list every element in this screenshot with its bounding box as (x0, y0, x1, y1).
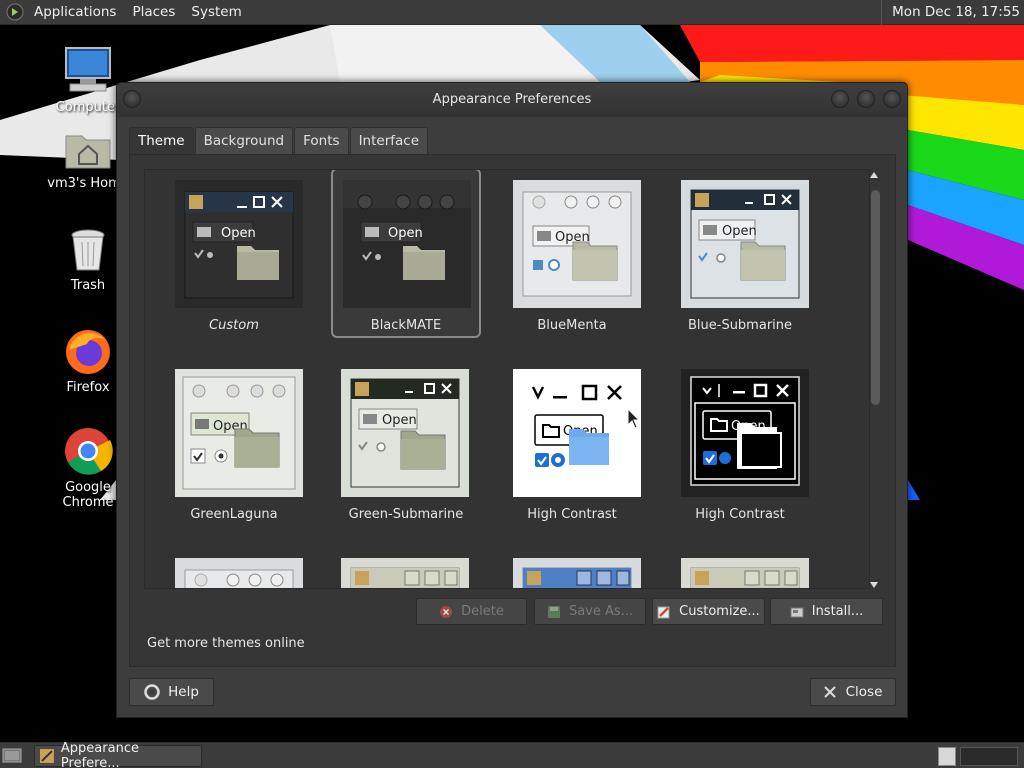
menu-applications[interactable]: Applications (26, 0, 124, 25)
mate-logo-icon (6, 3, 24, 21)
theme-label: High Contrast (527, 507, 617, 522)
theme-preview-high-contrast: Open (513, 369, 641, 497)
show-desktop-icon[interactable] (2, 747, 22, 765)
theme-row3-1[interactable] (159, 548, 309, 588)
theme-list[interactable]: Open Custom Open BlackMATE Open BlueMent… (144, 169, 870, 589)
theme-greenlaguna[interactable]: Open GreenLaguna (159, 359, 309, 529)
theme-preview-row3-2 (341, 558, 469, 588)
theme-label: High Contrast (695, 507, 785, 522)
delete-icon (440, 605, 453, 618)
open-label: Open (382, 413, 417, 428)
customize-icon (657, 606, 670, 618)
theme-bluementa[interactable]: Open BlueMenta (497, 170, 647, 340)
tab-theme[interactable]: Theme (129, 127, 194, 154)
theme-label: GreenLaguna (190, 507, 278, 522)
close-icon (823, 686, 836, 698)
theme-high-contrast[interactable]: Open High Contrast (497, 359, 647, 529)
theme-preview-blackmate: Open (343, 180, 471, 308)
save-as-label: Save As... (568, 604, 634, 619)
window-close-button[interactable] (883, 90, 901, 108)
save-as-button[interactable]: Save As... (534, 598, 646, 625)
menu-places[interactable]: Places (124, 0, 183, 25)
tab-background[interactable]: Background (194, 127, 294, 154)
appearance-preferences-window: Appearance Preferences Theme Background … (116, 82, 908, 718)
theme-preview-bluementa: Open (513, 180, 641, 308)
open-label: Open (221, 226, 256, 241)
desktop-icon-label: Firefox (66, 380, 110, 395)
clock[interactable]: Mon Dec 18, 17:55 (881, 0, 1020, 25)
main-menu: Applications Places System (0, 0, 250, 25)
chrome-icon (65, 428, 113, 475)
theme-preview-blue-submarine: Open (681, 180, 809, 308)
theme-label: Green-Submarine (348, 507, 464, 522)
desktop-icon-label: Trash (70, 278, 106, 293)
scroll-down-arrow-icon[interactable] (870, 582, 878, 588)
theme-blackmate[interactable]: Open BlackMATE (331, 170, 481, 338)
delete-button[interactable]: Delete (416, 598, 527, 625)
theme-preview-custom: Open (175, 180, 303, 308)
install-label: Install... (811, 604, 864, 619)
customize-label: Customize... (679, 604, 760, 619)
tab-bar: Theme Background Fonts Interface (129, 127, 429, 154)
theme-preview-green-submarine: Open (341, 369, 469, 497)
help-button[interactable]: Help (129, 678, 214, 706)
install-button[interactable]: Install... (770, 598, 883, 625)
workspace-1[interactable] (938, 747, 956, 766)
theme-row3-3[interactable] (497, 548, 647, 588)
theme-preview-row3-1 (175, 558, 303, 588)
desktop-icon-label: Computer (55, 100, 121, 115)
trash-icon (71, 229, 105, 271)
appearance-app-icon (39, 749, 54, 763)
minimize-button[interactable] (831, 90, 849, 108)
theme-label: Custom (209, 318, 259, 333)
menu-system[interactable]: System (183, 0, 249, 25)
help-label: Help (168, 684, 199, 700)
customize-button[interactable]: Customize... (652, 598, 765, 625)
theme-label: BlueMenta (537, 318, 607, 333)
help-icon (144, 684, 160, 700)
tab-interface[interactable]: Interface (349, 127, 429, 154)
scroll-up-arrow-icon[interactable] (870, 172, 878, 178)
close-label: Close (845, 684, 883, 700)
firefox-icon (66, 330, 110, 374)
theme-preview-row3-3 (513, 558, 641, 588)
save-as-icon (547, 605, 560, 618)
scrollbar-thumb[interactable] (871, 190, 880, 405)
open-label: Open (388, 226, 423, 241)
close-button[interactable]: Close (810, 678, 896, 706)
bottom-panel: Appearance Prefere... (0, 741, 1024, 768)
maximize-button[interactable] (857, 90, 875, 108)
theme-row3-4[interactable] (665, 548, 815, 588)
theme-high-contrast-inverse[interactable]: Open High Contrast (665, 359, 815, 529)
get-more-themes-link[interactable]: Get more themes online (147, 636, 305, 651)
top-panel: Applications Places System Mon Dec 18, 1… (0, 0, 1024, 25)
theme-pane: Open Custom Open BlackMATE Open BlueMent… (129, 154, 896, 667)
theme-row3-2[interactable] (331, 548, 481, 588)
theme-list-scrollbar[interactable] (869, 170, 882, 590)
theme-custom[interactable]: Open Custom (159, 170, 309, 340)
theme-blue-submarine[interactable]: Open Blue-Submarine (665, 170, 815, 340)
theme-preview-row3-4 (681, 558, 809, 588)
tab-fonts[interactable]: Fonts (294, 127, 349, 154)
mouse-cursor-icon (627, 408, 641, 429)
theme-green-submarine[interactable]: Open Green-Submarine (331, 359, 481, 529)
theme-label: Blue-Submarine (687, 318, 793, 333)
desktop-icon-label: Google Chrome (62, 480, 114, 510)
computer-icon (65, 47, 111, 92)
window-title: Appearance Preferences (432, 92, 592, 107)
open-label: Open (722, 224, 757, 239)
install-icon (790, 607, 804, 617)
window-titlebar[interactable]: Appearance Preferences (117, 83, 907, 117)
theme-preview-greenlaguna: Open (175, 369, 303, 497)
theme-preview-high-contrast-inverse: Open (681, 369, 809, 497)
taskbar-label: Appearance Prefere... (60, 741, 139, 768)
theme-label: BlackMATE (370, 318, 442, 333)
taskbar-appearance-preferences[interactable]: Appearance Prefere... (34, 741, 202, 768)
workspace-2[interactable] (960, 747, 1018, 766)
home-folder-icon (65, 135, 111, 169)
delete-label: Delete (461, 604, 504, 619)
